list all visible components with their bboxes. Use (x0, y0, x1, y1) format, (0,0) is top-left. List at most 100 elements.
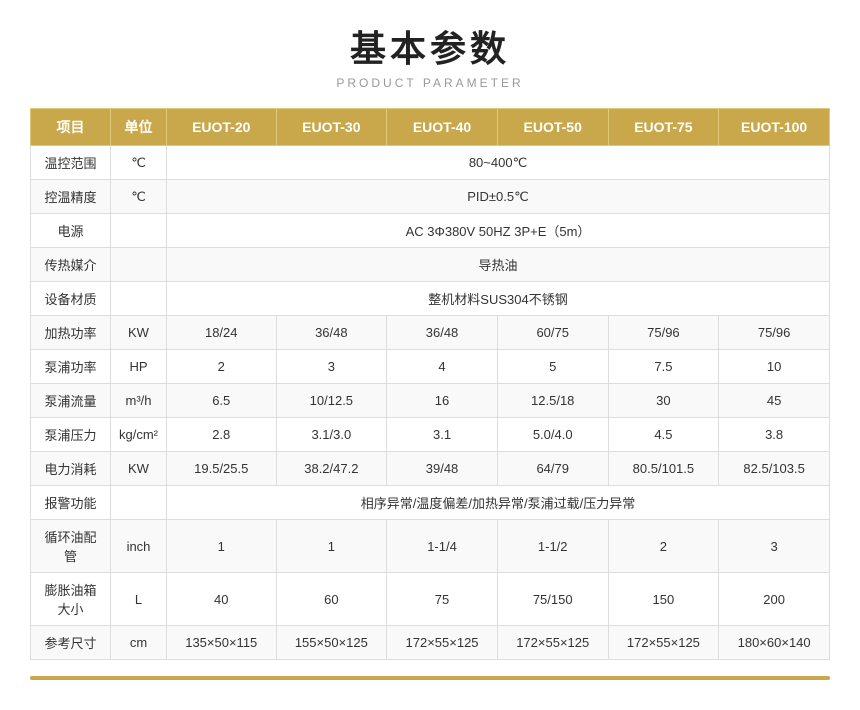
cell-unit: cm (111, 626, 167, 660)
cell-euot50: 60/75 (497, 316, 608, 350)
cell-merged-value: 相序异常/温度偏差/加热异常/泵浦过载/压力异常 (167, 486, 830, 520)
cell-euot40: 1-1/4 (387, 520, 498, 573)
cell-euot30: 3 (276, 350, 387, 384)
table-row: 泵浦功率HP23457.510 (31, 350, 830, 384)
cell-euot30: 38.2/47.2 (276, 452, 387, 486)
table-row: 泵浦压力kg/cm²2.83.1/3.03.15.0/4.04.53.8 (31, 418, 830, 452)
table-row: 设备材质 整机材料SUS304不锈钢 (31, 282, 830, 316)
cell-unit: KW (111, 316, 167, 350)
cell-unit: kg/cm² (111, 418, 167, 452)
cell-euot100: 82.5/103.5 (719, 452, 830, 486)
column-header-item: 项目 (31, 109, 111, 146)
cell-euot50: 1-1/2 (497, 520, 608, 573)
table-row: 温控范围℃80~400℃ (31, 146, 830, 180)
cell-item: 传热媒介 (31, 248, 111, 282)
table-row: 加热功率KW18/2436/4836/4860/7575/9675/96 (31, 316, 830, 350)
cell-euot100: 3 (719, 520, 830, 573)
cell-unit (111, 486, 167, 520)
cell-item: 电源 (31, 214, 111, 248)
cell-item: 循环油配管 (31, 520, 111, 573)
column-header-unit: 单位 (111, 109, 167, 146)
cell-unit: inch (111, 520, 167, 573)
cell-merged-value: PID±0.5℃ (167, 180, 830, 214)
cell-euot50: 12.5/18 (497, 384, 608, 418)
cell-euot20: 18/24 (167, 316, 277, 350)
cell-euot40: 39/48 (387, 452, 498, 486)
cell-item: 控温精度 (31, 180, 111, 214)
cell-euot75: 2 (608, 520, 719, 573)
cell-euot100: 200 (719, 573, 830, 626)
cell-euot40: 172×55×125 (387, 626, 498, 660)
cell-euot30: 3.1/3.0 (276, 418, 387, 452)
cell-euot75: 150 (608, 573, 719, 626)
page-title: 基本参数 (350, 20, 510, 72)
cell-unit: KW (111, 452, 167, 486)
cell-euot75: 80.5/101.5 (608, 452, 719, 486)
cell-item: 温控范围 (31, 146, 111, 180)
cell-item: 设备材质 (31, 282, 111, 316)
cell-item: 电力消耗 (31, 452, 111, 486)
cell-euot20: 135×50×115 (167, 626, 277, 660)
cell-euot100: 45 (719, 384, 830, 418)
cell-item: 泵浦流量 (31, 384, 111, 418)
column-header-euot75: EUOT-75 (608, 109, 719, 146)
cell-euot40: 75 (387, 573, 498, 626)
cell-euot20: 19.5/25.5 (167, 452, 277, 486)
table-row: 控温精度℃PID±0.5℃ (31, 180, 830, 214)
cell-euot40: 4 (387, 350, 498, 384)
params-table: 项目单位EUOT-20EUOT-30EUOT-40EUOT-50EUOT-75E… (30, 108, 830, 660)
cell-euot20: 6.5 (167, 384, 277, 418)
cell-euot40: 16 (387, 384, 498, 418)
cell-unit (111, 214, 167, 248)
cell-euot50: 5 (497, 350, 608, 384)
cell-item: 报警功能 (31, 486, 111, 520)
cell-unit (111, 248, 167, 282)
cell-euot75: 172×55×125 (608, 626, 719, 660)
cell-item: 泵浦压力 (31, 418, 111, 452)
cell-euot30: 10/12.5 (276, 384, 387, 418)
cell-euot30: 1 (276, 520, 387, 573)
table-row: 电力消耗KW19.5/25.538.2/47.239/4864/7980.5/1… (31, 452, 830, 486)
column-header-euot40: EUOT-40 (387, 109, 498, 146)
column-header-euot100: EUOT-100 (719, 109, 830, 146)
table-row: 电源AC 3Φ380V 50HZ 3P+E（5m） (31, 214, 830, 248)
cell-euot20: 40 (167, 573, 277, 626)
cell-unit: L (111, 573, 167, 626)
cell-euot30: 60 (276, 573, 387, 626)
column-header-euot30: EUOT-30 (276, 109, 387, 146)
cell-euot100: 180×60×140 (719, 626, 830, 660)
cell-unit (111, 282, 167, 316)
cell-euot75: 30 (608, 384, 719, 418)
cell-item: 参考尺寸 (31, 626, 111, 660)
page-subtitle: PRODUCT PARAMETER (336, 76, 523, 90)
column-header-euot20: EUOT-20 (167, 109, 277, 146)
cell-euot75: 7.5 (608, 350, 719, 384)
cell-merged-value: 导热油 (167, 248, 830, 282)
table-row: 参考尺寸cm135×50×115155×50×125172×55×125172×… (31, 626, 830, 660)
cell-item: 膨胀油箱大小 (31, 573, 111, 626)
cell-unit: HP (111, 350, 167, 384)
cell-euot20: 2 (167, 350, 277, 384)
cell-euot40: 36/48 (387, 316, 498, 350)
cell-merged-value: 整机材料SUS304不锈钢 (167, 282, 830, 316)
cell-euot100: 3.8 (719, 418, 830, 452)
cell-unit: ℃ (111, 180, 167, 214)
table-row: 传热媒介 导热油 (31, 248, 830, 282)
cell-merged-value: 80~400℃ (167, 146, 830, 180)
table-row: 报警功能 相序异常/温度偏差/加热异常/泵浦过载/压力异常 (31, 486, 830, 520)
cell-euot30: 36/48 (276, 316, 387, 350)
cell-euot100: 10 (719, 350, 830, 384)
table-row: 膨胀油箱大小L40607575/150150200 (31, 573, 830, 626)
cell-euot100: 75/96 (719, 316, 830, 350)
column-header-euot50: EUOT-50 (497, 109, 608, 146)
cell-euot50: 172×55×125 (497, 626, 608, 660)
cell-unit: m³/h (111, 384, 167, 418)
table-row: 泵浦流量m³/h6.510/12.51612.5/183045 (31, 384, 830, 418)
table-row: 循环油配管inch111-1/41-1/223 (31, 520, 830, 573)
cell-euot50: 5.0/4.0 (497, 418, 608, 452)
cell-item: 加热功率 (31, 316, 111, 350)
bottom-bar (30, 676, 830, 680)
cell-euot40: 3.1 (387, 418, 498, 452)
cell-unit: ℃ (111, 146, 167, 180)
cell-euot75: 4.5 (608, 418, 719, 452)
